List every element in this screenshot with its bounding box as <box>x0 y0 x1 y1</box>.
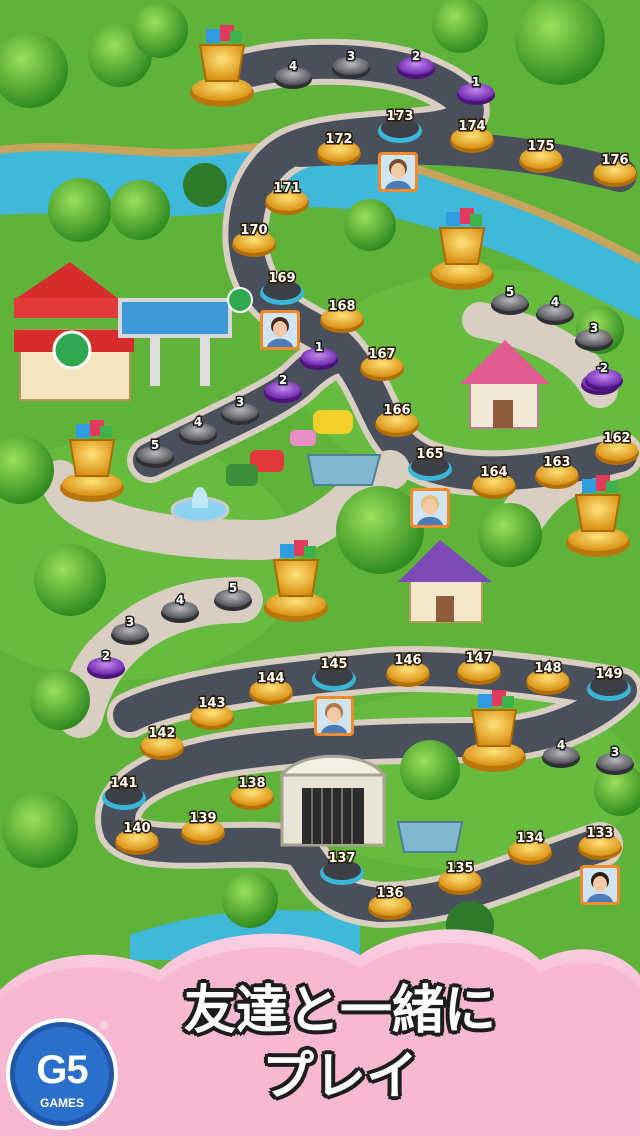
level-node-label: 135 <box>446 861 473 876</box>
level-node-label: 138 <box>238 776 265 791</box>
level-node-label: 139 <box>189 811 216 826</box>
level-node-label: 167 <box>368 347 395 362</box>
level-node-label: 166 <box>383 403 410 418</box>
caption-text: 友達と一緒に プレイ <box>120 978 560 1110</box>
level-map: 12341234512345234534 1331341351361371381… <box>0 0 640 1136</box>
level-node-label: 134 <box>516 831 543 846</box>
friend-avatar-woman-dark[interactable] <box>378 152 418 192</box>
level-node-label: 149 <box>595 667 622 682</box>
level-node-label: 168 <box>328 299 355 314</box>
bonus-level-label: 3 <box>590 321 598 335</box>
level-node-label: 148 <box>534 661 561 676</box>
bonus-level-label: 4 <box>551 295 559 309</box>
g5-logo-subtext: GAMES <box>39 1096 84 1110</box>
level-node-label: 147 <box>465 651 492 666</box>
level-node-label: 165 <box>416 447 443 462</box>
friend-avatar-man[interactable] <box>260 310 300 350</box>
level-node-label: 176 <box>601 153 628 168</box>
bonus-level-label: 4 <box>557 738 565 752</box>
level-node-label: 174 <box>458 119 485 134</box>
friend-avatar-woman-blonde[interactable] <box>410 488 450 528</box>
friend-avatar-boy[interactable] <box>314 696 354 736</box>
bonus-level-label: 4 <box>176 593 184 607</box>
level-node-label: 170 <box>240 223 267 238</box>
park-gate <box>279 754 387 847</box>
bonus-level-label: 1 <box>472 75 480 89</box>
level-node-label: 171 <box>273 181 300 196</box>
level-node-label: 146 <box>394 653 421 668</box>
caption-line-1: 友達と一緒に <box>183 981 496 1041</box>
level-node-label: 173 <box>386 109 413 124</box>
level-node-label: 143 <box>198 696 225 711</box>
g5-logo-text: G5 ® GAMES <box>8 1020 116 1128</box>
level-node-label: 140 <box>123 821 150 836</box>
g5-logo-mark: G5 <box>36 1048 88 1092</box>
level-node-label: 172 <box>325 132 352 147</box>
friend-avatar-woman-asian[interactable] <box>580 865 620 905</box>
registered-mark: ® <box>100 1020 109 1032</box>
level-node-label: 137 <box>328 851 355 866</box>
bonus-level-label: 2 <box>412 49 420 63</box>
bonus-level-label: 2 <box>279 373 287 387</box>
bonus-level-label: 3 <box>236 395 244 409</box>
bonus-level-label: 5 <box>151 438 159 452</box>
level-node-label: 163 <box>543 455 570 470</box>
level-node-label: 145 <box>320 657 347 672</box>
bonus-level-label: 3 <box>611 745 619 759</box>
bonus-level-label: 1 <box>315 340 323 354</box>
level-node-label: 175 <box>527 139 554 154</box>
level-node-label: 164 <box>480 465 507 480</box>
bonus-level-label: 4 <box>194 415 202 429</box>
bonus-level-label: 2 <box>600 361 608 375</box>
level-node-label: 142 <box>148 726 175 741</box>
bonus-level-label: 4 <box>289 59 297 73</box>
level-node-label: 169 <box>268 271 295 286</box>
level-node-label: 162 <box>603 431 630 446</box>
level-node-label: 133 <box>586 826 613 841</box>
bonus-level-label: 5 <box>506 285 514 299</box>
bonus-level-label: 2 <box>102 649 110 663</box>
level-node-label: 141 <box>110 776 137 791</box>
caption-line-2: プレイ <box>261 1047 418 1107</box>
level-node-label: 136 <box>376 886 403 901</box>
bonus-level-label: 3 <box>347 49 355 63</box>
bonus-level-label: 5 <box>229 581 237 595</box>
bonus-level-label: 3 <box>126 615 134 629</box>
level-node-label: 144 <box>257 671 284 686</box>
